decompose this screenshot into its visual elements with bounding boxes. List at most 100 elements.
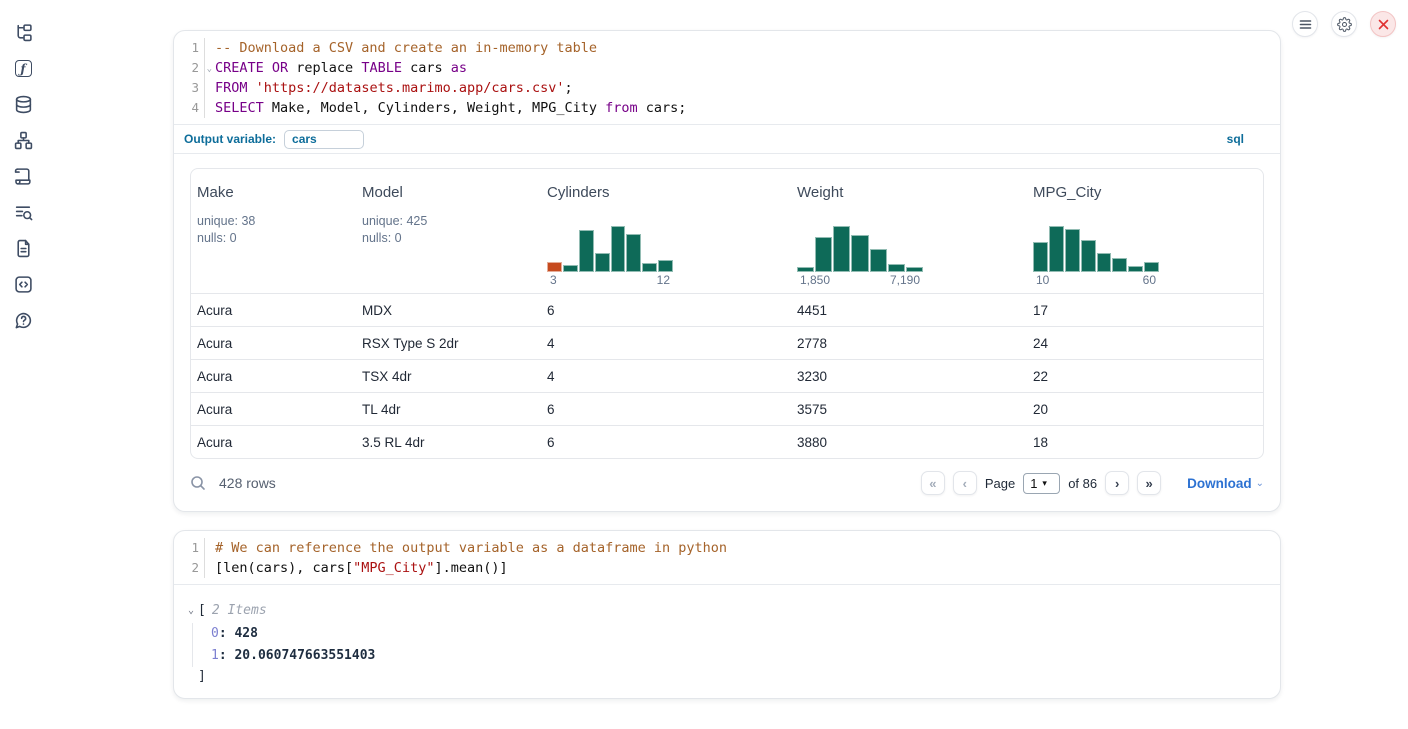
column-header-mpg-city[interactable]: MPG_City 1060 [1027,169,1263,293]
last-page-button[interactable]: » [1137,471,1161,495]
table-row: AcuraTSX 4dr4323022 [191,359,1263,392]
table-cell: 17 [1027,294,1263,326]
histogram-bar [797,267,814,272]
language-badge[interactable]: sql [1227,132,1270,146]
table-cell: MDX [356,294,541,326]
items-count-label: 2 Items [212,603,267,618]
menu-button[interactable] [1292,11,1318,37]
mpg-city-histogram: 1060 [1033,222,1159,293]
code-text: CREATE OR replace TABLE cars as [215,58,467,78]
table-row: AcuraMDX6445117 [191,293,1263,326]
gutter-divider [204,58,205,78]
notebook-controls [1292,11,1396,37]
code-line[interactable]: 1-- Download a CSV and create an in-memo… [174,38,1280,58]
histogram-bar [611,226,626,272]
histogram-bar [1049,226,1064,272]
histogram-bar [851,235,868,272]
model-unique-stat: unique: 425 [362,213,533,230]
table-cell: 22 [1027,360,1263,392]
code-line[interactable]: 2[len(cars), cars["MPG_City"].mean()] [174,558,1280,578]
table-body: AcuraMDX6445117AcuraRSX Type S 2dr427782… [191,293,1263,458]
histogram-axis-labels: 1060 [1033,272,1159,287]
first-page-button[interactable]: « [921,471,945,495]
document-icon[interactable] [14,239,33,258]
function-icon[interactable]: ƒ [14,59,33,78]
table-cell: 3.5 RL 4dr [356,426,541,458]
histogram-bar [658,260,673,272]
tree-entry: 0: 428 [211,623,1280,645]
histogram-bars [797,222,923,272]
histogram-bar [888,264,905,272]
page-select[interactable]: 1 ▾ [1023,473,1060,494]
database-icon[interactable] [14,95,33,114]
table-cell: 20 [1027,393,1263,425]
line-number: 1 [174,538,204,558]
tree-entry: 1: 20.060747663551403 [211,645,1280,667]
histogram-bar [626,234,641,272]
make-nulls-stat: nulls: 0 [197,230,348,247]
file-tree-icon[interactable] [14,23,33,42]
scroll-icon[interactable] [14,167,33,186]
table-row: AcuraTL 4dr6357520 [191,392,1263,425]
histogram-bar [1097,253,1112,272]
output-variable-label: Output variable: [184,132,276,146]
make-unique-stat: unique: 38 [197,213,348,230]
table-cell: 4 [541,360,791,392]
histogram-bar [1112,258,1127,272]
table-cell: 3880 [791,426,1027,458]
table-cell: TSX 4dr [356,360,541,392]
code-text: # We can reference the output variable a… [215,538,727,558]
snippets-icon[interactable] [14,275,33,294]
code-text: FROM 'https://datasets.marimo.app/cars.c… [215,78,573,98]
dependency-graph-icon[interactable] [14,131,33,150]
code-line[interactable]: 4SELECT Make, Model, Cylinders, Weight, … [174,98,1280,118]
download-button[interactable]: Download ⌄ [1187,476,1264,491]
data-table: Make unique: 38 nulls: 0 Model unique: 4… [190,168,1264,459]
histogram-bar [815,237,832,272]
table-cell: RSX Type S 2dr [356,327,541,359]
code-line[interactable]: 3 FROM 'https://datasets.marimo.app/cars.… [174,78,1280,98]
table-cell: 18 [1027,426,1263,458]
model-nulls-stat: nulls: 0 [362,230,533,247]
next-page-button[interactable]: › [1105,471,1129,495]
chevron-down-icon: ⌄ [1256,478,1264,489]
line-number: 2⌄ [174,58,204,78]
table-cell: TL 4dr [356,393,541,425]
code-line[interactable]: 2⌄ CREATE OR replace TABLE cars as [174,58,1280,78]
list-search-icon[interactable] [14,203,33,222]
histogram-bar [642,263,657,272]
histogram-bar [870,249,887,272]
close-button[interactable] [1370,11,1396,37]
prev-page-button[interactable]: ‹ [953,471,977,495]
cylinders-histogram: 312 [547,222,673,293]
gutter-divider [204,38,205,58]
code-text: -- Download a CSV and create an in-memor… [215,38,597,58]
histogram-axis-labels: 1,8507,190 [797,272,923,287]
python-code-editor[interactable]: 1 # We can reference the output variable … [174,531,1280,585]
table-row: Acura3.5 RL 4dr6388018 [191,425,1263,458]
gutter-divider [204,558,205,578]
histogram-bar [563,265,578,272]
search-icon[interactable] [190,475,206,491]
weight-histogram: 1,8507,190 [797,222,923,293]
column-header-weight[interactable]: Weight 1,8507,190 [791,169,1027,293]
column-header-make[interactable]: Make unique: 38 nulls: 0 [191,169,356,293]
collapse-chevron-icon[interactable]: ⌄ [188,605,194,616]
settings-button[interactable] [1331,11,1357,37]
histogram-bar [595,253,610,272]
code-line[interactable]: 1 # We can reference the output variable … [174,538,1280,558]
table-cell: 24 [1027,327,1263,359]
sql-code-editor[interactable]: 1-- Download a CSV and create an in-memo… [174,31,1280,124]
gutter-divider [204,78,205,98]
line-number: 3 [174,78,204,98]
fold-chevron-icon[interactable]: ⌄ [207,59,212,79]
column-header-model[interactable]: Model unique: 425 nulls: 0 [356,169,541,293]
output-variable-input[interactable] [284,130,364,149]
column-header-cylinders[interactable]: Cylinders 312 [541,169,791,293]
table-cell: 6 [541,294,791,326]
chevron-down-icon: ▾ [1042,478,1047,489]
histogram-bar [579,230,594,272]
table-header-row: Make unique: 38 nulls: 0 Model unique: 4… [191,169,1263,293]
help-icon[interactable] [14,311,33,330]
table-footer: 428 rows « ‹ Page 1 ▾ of 86 › » Download… [174,459,1280,511]
